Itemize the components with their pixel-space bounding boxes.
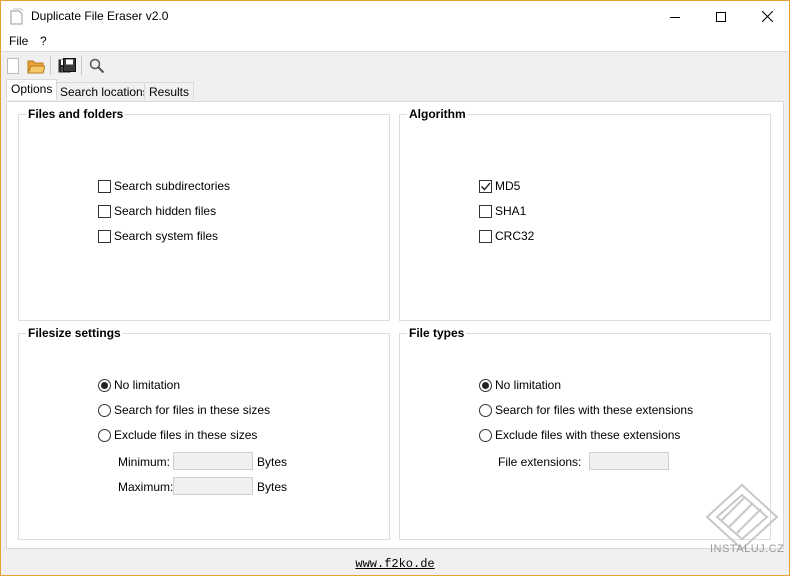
minimize-button[interactable]: [652, 1, 698, 32]
options-panel: Files and folders Search subdirectories …: [6, 101, 784, 549]
tab-results[interactable]: Results: [144, 82, 195, 100]
option-label: Search system files: [114, 229, 219, 243]
search-subdirectories-checkbox[interactable]: Search subdirectories: [98, 179, 230, 193]
group-title: File types: [407, 326, 467, 340]
filesize-no-limitation-radio[interactable]: No limitation: [98, 378, 180, 392]
option-label: No limitation: [114, 378, 181, 392]
menu-help[interactable]: ?: [38, 34, 49, 48]
maximize-button[interactable]: [698, 1, 744, 32]
app-icon: [10, 8, 24, 25]
title-bar[interactable]: Duplicate File Eraser v2.0: [1, 1, 789, 32]
radio-button[interactable]: [479, 378, 492, 392]
checkbox-box[interactable]: [98, 179, 111, 193]
toolbar: [1, 52, 789, 79]
option-label: Exclude files with these extensions: [495, 428, 681, 442]
filesize-settings-group: Filesize settings No limitation Search f…: [18, 326, 390, 540]
watermark-text: INSTALUJ.CZ: [710, 543, 785, 555]
toolbar-separator: [81, 56, 82, 75]
check-icon: [481, 182, 491, 190]
menu-bar: File ?: [1, 32, 789, 52]
window-title: Duplicate File Eraser v2.0: [31, 9, 169, 23]
tab-search-locations[interactable]: Search locations: [55, 82, 154, 100]
search-system-files-checkbox[interactable]: Search system files: [98, 229, 218, 243]
option-label: Search subdirectories: [114, 179, 231, 193]
search-files-with-extensions-radio[interactable]: Search for files with these extensions: [479, 403, 693, 417]
checkbox-box[interactable]: [98, 204, 111, 218]
save-button[interactable]: [56, 55, 78, 77]
new-button[interactable]: [2, 55, 24, 77]
search-icon: [89, 58, 105, 74]
maximum-label: Maximum:: [118, 480, 174, 494]
crc32-checkbox[interactable]: CRC32: [479, 229, 534, 243]
file-extensions-label: File extensions:: [498, 455, 582, 469]
option-label: Exclude files in these sizes: [114, 428, 258, 442]
radio-button[interactable]: [98, 428, 111, 442]
exclude-files-in-sizes-radio[interactable]: Exclude files in these sizes: [98, 428, 257, 442]
search-files-in-sizes-radio[interactable]: Search for files in these sizes: [98, 403, 270, 417]
files-and-folders-group: Files and folders Search subdirectories …: [18, 107, 390, 321]
algorithm-group: Algorithm MD5 SHA1 CRC32: [399, 107, 771, 321]
toolbar-separator: [50, 56, 51, 75]
tab-options[interactable]: Options: [6, 79, 58, 100]
option-label: CRC32: [495, 229, 535, 243]
status-bar: www.f2ko.de: [1, 553, 789, 575]
filetypes-no-limitation-radio[interactable]: No limitation: [479, 378, 561, 392]
search-hidden-files-checkbox[interactable]: Search hidden files: [98, 204, 216, 218]
minimum-size-field[interactable]: [173, 452, 253, 470]
minimize-icon: [670, 16, 680, 18]
save-icon: [58, 58, 76, 73]
group-title: Algorithm: [407, 107, 468, 121]
close-icon: [761, 11, 773, 22]
group-title: Filesize settings: [26, 326, 123, 340]
option-label: Search for files with these extensions: [495, 403, 694, 417]
option-label: Search hidden files: [114, 204, 217, 218]
checkbox-box[interactable]: [479, 229, 492, 243]
search-button[interactable]: [86, 55, 108, 77]
minimum-label: Minimum:: [118, 455, 171, 469]
radio-button[interactable]: [98, 403, 111, 417]
app-window: Duplicate File Eraser v2.0 File ? Option…: [0, 0, 790, 576]
menu-file[interactable]: File: [7, 34, 30, 48]
option-label: No limitation: [495, 378, 562, 392]
option-label: Search for files in these sizes: [114, 403, 271, 417]
website-link[interactable]: www.f2ko.de: [355, 557, 434, 571]
file-extensions-field[interactable]: [589, 452, 669, 470]
exclude-files-with-extensions-radio[interactable]: Exclude files with these extensions: [479, 428, 680, 442]
close-button[interactable]: [744, 1, 790, 32]
option-label: SHA1: [495, 204, 527, 218]
checkbox-box[interactable]: [479, 179, 492, 193]
minimum-unit-label: Bytes: [257, 455, 288, 469]
maximum-size-field[interactable]: [173, 477, 253, 495]
radio-button[interactable]: [98, 378, 111, 392]
md5-checkbox[interactable]: MD5: [479, 179, 520, 193]
open-button[interactable]: [25, 55, 47, 77]
radio-button[interactable]: [479, 403, 492, 417]
open-folder-icon: [27, 60, 45, 73]
checkbox-box[interactable]: [479, 204, 492, 218]
group-title: Files and folders: [26, 107, 126, 121]
radio-button[interactable]: [479, 428, 492, 442]
option-label: MD5: [495, 179, 521, 193]
maximize-icon: [716, 11, 726, 22]
checkbox-box[interactable]: [98, 229, 111, 243]
maximum-unit-label: Bytes: [257, 480, 288, 494]
new-icon: [7, 58, 19, 74]
sha1-checkbox[interactable]: SHA1: [479, 204, 526, 218]
